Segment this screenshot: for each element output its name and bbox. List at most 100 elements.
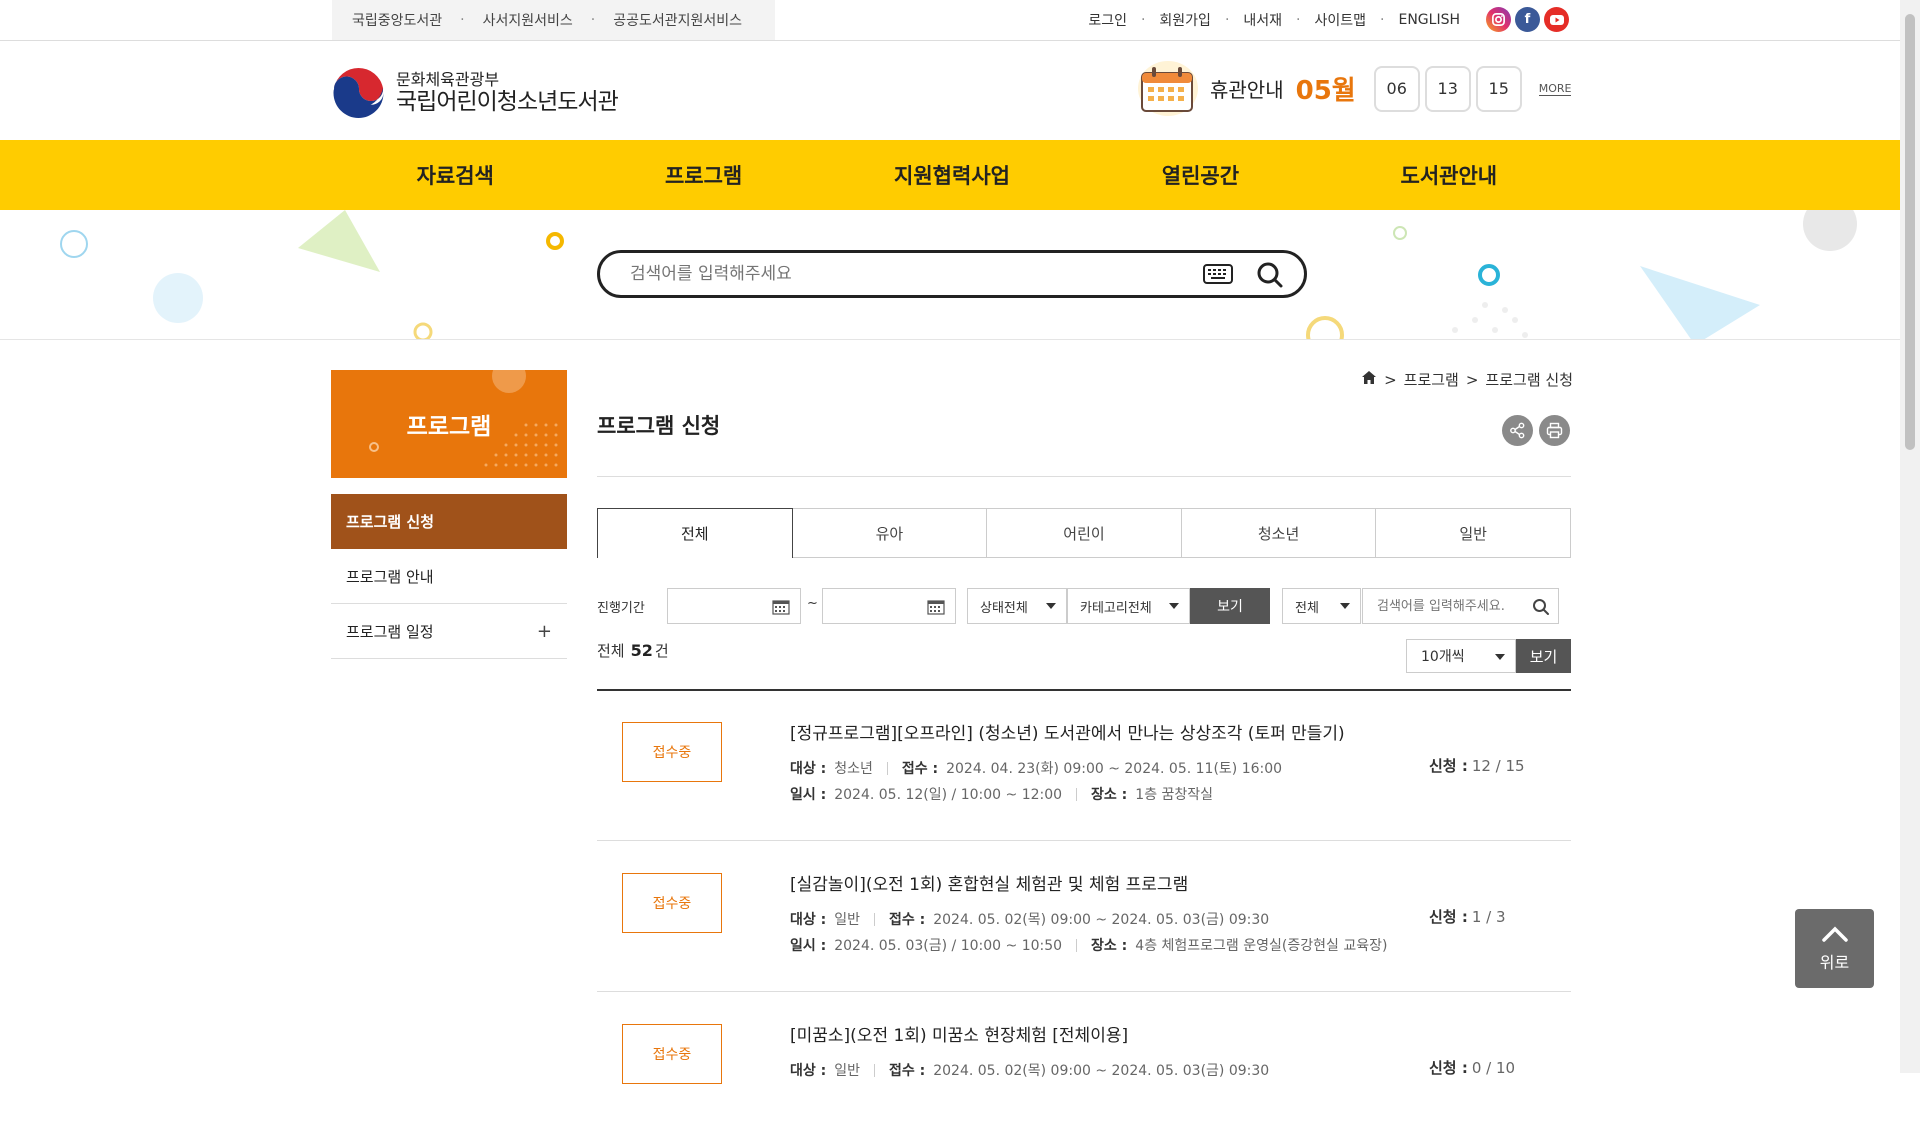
gnb-item-support[interactable]: 지원협력사업 <box>828 140 1076 210</box>
scope-select[interactable]: 전체 <box>1282 588 1361 624</box>
gnb-item-program[interactable]: 프로그램 <box>579 140 827 210</box>
program-title[interactable]: [미꿈소](오전 1회) 미꿈소 현장체험 [전체이용] <box>790 1021 1128 1046</box>
util-links: 로그인 · 회원가입 · 내서재 · 사이트맵 · ENGLISH <box>1088 10 1460 30</box>
calendar-icon[interactable] <box>927 599 945 619</box>
expand-icon[interactable]: + <box>537 621 552 642</box>
gnb-item-open-space[interactable]: 열린공간 <box>1076 140 1324 210</box>
taegeuk-logo-icon <box>331 66 386 121</box>
list-item[interactable]: 접수중 [미꿈소](오전 1회) 미꿈소 현장체험 [전체이용] 대상 : 일반 … <box>597 993 1571 1143</box>
program-reception: 2024. 05. 02(목) 09:00 ~ 2024. 05. 03(금) … <box>933 1063 1270 1079</box>
search-area <box>0 210 1900 340</box>
tab-infant[interactable]: 유아 <box>792 508 988 558</box>
english-link[interactable]: ENGLISH <box>1398 12 1460 28</box>
program-apply-count: 신청 :12 / 15 <box>1429 757 1525 775</box>
page-tools <box>1502 415 1570 446</box>
status-badge: 접수중 <box>622 873 722 933</box>
sub-navigation: 프로그램 신청 프로그램 안내 프로그램 일정 + <box>331 494 567 659</box>
period-label: 진행기간 <box>597 601 645 616</box>
main-navigation: 자료검색 프로그램 지원협력사업 열린공간 도서관안내 <box>0 140 1900 210</box>
family-site-link[interactable]: 사서지원서비스 <box>483 10 573 30</box>
program-apply-count: 신청 :0 / 10 <box>1429 1059 1516 1077</box>
separator: · <box>460 12 465 28</box>
breadcrumb-item[interactable]: 프로그램 <box>1404 369 1459 390</box>
divider <box>597 476 1571 477</box>
family-sites: 국립중앙도서관 · 사서지원서비스 · 공공도서관지원서비스 <box>332 0 775 40</box>
program-apply-count: 신청 :1 / 3 <box>1429 908 1506 926</box>
lnb-item-program-schedule[interactable]: 프로그램 일정 + <box>331 604 567 659</box>
filter-view-button[interactable]: 보기 <box>1190 588 1270 624</box>
end-date-input[interactable] <box>822 588 956 624</box>
scrollbar[interactable] <box>1900 0 1920 1073</box>
category-select[interactable]: 카테고리전체 <box>1067 588 1190 624</box>
target-tabs: 전체 유아 어린이 청소년 일반 <box>597 508 1571 558</box>
per-page-view-button[interactable]: 보기 <box>1516 639 1571 673</box>
scrollbar-thumb[interactable] <box>1905 14 1915 450</box>
chevron-down-icon <box>1495 654 1505 660</box>
search-icon[interactable] <box>1532 598 1550 620</box>
status-select[interactable]: 상태전체 <box>967 588 1067 624</box>
total-count-number: 52 <box>630 641 653 660</box>
join-link[interactable]: 회원가입 <box>1159 10 1211 30</box>
range-tilde: ~ <box>807 596 818 611</box>
gnb-item-library-info[interactable]: 도서관안내 <box>1325 140 1573 210</box>
chevron-down-icon <box>1169 603 1179 609</box>
holiday-label: 휴관안내 <box>1210 78 1284 102</box>
keyword-input[interactable] <box>1375 597 1525 615</box>
lnb-item-program-apply[interactable]: 프로그램 신청 <box>331 494 567 549</box>
youtube-icon[interactable] <box>1544 7 1569 32</box>
start-date-input[interactable] <box>667 588 801 624</box>
search-icon[interactable] <box>1256 261 1284 293</box>
ministry-name: 문화체육관광부 <box>396 70 500 90</box>
family-site-link[interactable]: 국립중앙도서관 <box>352 10 442 30</box>
status-badge: 접수중 <box>622 722 722 782</box>
search-input[interactable] <box>628 263 1148 285</box>
status-badge: 접수중 <box>622 1024 722 1084</box>
program-title[interactable]: [정규프로그램][오프라인] (청소년) 도서관에서 만나는 상상조각 (토퍼 … <box>790 719 1345 744</box>
calendar-icon[interactable] <box>772 599 790 619</box>
page-title: 프로그램 신청 <box>597 414 721 438</box>
tab-teen[interactable]: 청소년 <box>1181 508 1377 558</box>
list-item[interactable]: 접수중 [실감놀이](오전 1회) 혼합현실 체험관 및 체험 프로그램 대상 … <box>597 842 1571 992</box>
gnb-item-search[interactable]: 자료검색 <box>331 140 579 210</box>
lnb-item-program-info[interactable]: 프로그램 안내 <box>331 549 567 604</box>
scroll-top-button[interactable]: 위로 <box>1795 909 1874 988</box>
keyword-field <box>1362 588 1559 624</box>
program-target: 청소년 <box>834 761 873 777</box>
program-place: 1층 꿈창작실 <box>1135 787 1214 803</box>
holiday-info: 휴관안내 05월 06 13 15 MORE <box>1138 61 1572 116</box>
tab-child[interactable]: 어린이 <box>987 508 1182 558</box>
instagram-icon[interactable] <box>1486 7 1511 32</box>
share-icon[interactable] <box>1502 415 1533 446</box>
program-target: 일반 <box>834 1063 860 1079</box>
holiday-more-link[interactable]: MORE <box>1538 82 1572 96</box>
per-page-select[interactable]: 10개씩 <box>1406 639 1516 673</box>
facebook-icon[interactable]: f <box>1515 7 1540 32</box>
program-reception: 2024. 05. 02(목) 09:00 ~ 2024. 05. 03(금) … <box>933 912 1270 928</box>
family-site-link[interactable]: 공공도서관지원서비스 <box>613 10 742 30</box>
my-library-link[interactable]: 내서재 <box>1243 10 1282 30</box>
list-item[interactable]: 접수중 [정규프로그램][오프라인] (청소년) 도서관에서 만나는 상상조각 … <box>597 691 1571 841</box>
print-icon[interactable] <box>1539 415 1570 446</box>
holiday-month: 05월 <box>1295 76 1356 106</box>
lnb-title: 프로그램 <box>331 370 567 478</box>
tab-all[interactable]: 전체 <box>597 508 793 558</box>
library-name: 국립어린이청소년도서관 <box>396 89 619 116</box>
keyboard-icon[interactable] <box>1203 264 1233 288</box>
logo-text: 문화체육관광부 국립어린이청소년도서관 <box>396 70 619 116</box>
holiday-day: 13 <box>1424 65 1471 112</box>
holiday-day: 06 <box>1373 65 1420 112</box>
sitemap-link[interactable]: 사이트맵 <box>1315 10 1367 30</box>
site-logo[interactable]: 문화체육관광부 국립어린이청소년도서관 <box>331 66 619 121</box>
program-title[interactable]: [실감놀이](오전 1회) 혼합현실 체험관 및 체험 프로그램 <box>790 870 1188 895</box>
separator: · <box>590 12 596 28</box>
search-box <box>597 250 1307 298</box>
chevron-down-icon <box>1046 603 1056 609</box>
sns-links: f <box>1486 7 1569 32</box>
tab-general[interactable]: 일반 <box>1376 508 1571 558</box>
program-target: 일반 <box>834 912 860 928</box>
login-link[interactable]: 로그인 <box>1088 10 1127 30</box>
program-reception: 2024. 04. 23(화) 09:00 ~ 2024. 05. 11(토) … <box>946 761 1283 777</box>
total-count: 전체 52 건 <box>597 641 669 660</box>
home-icon[interactable] <box>1361 370 1377 389</box>
top-utility-bar: 국립중앙도서관 · 사서지원서비스 · 공공도서관지원서비스 로그인 · 회원가… <box>0 0 1900 41</box>
